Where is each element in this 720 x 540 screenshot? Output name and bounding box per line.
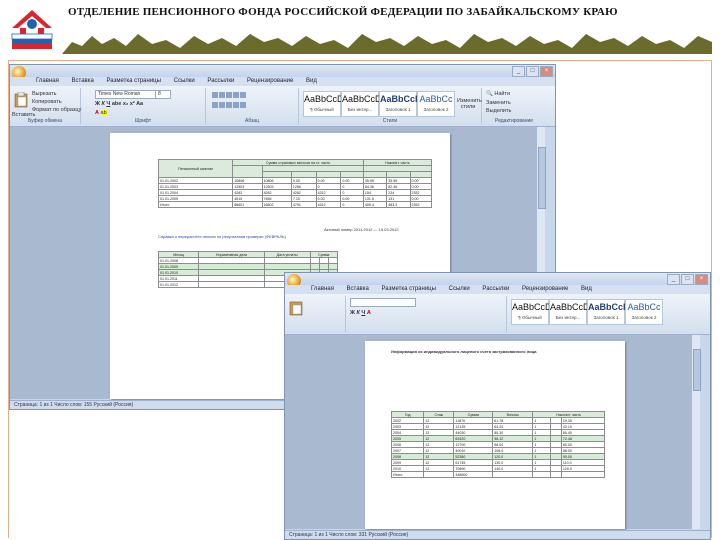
bold-button[interactable]: Ж К Ч abe x₂ x² Aa bbox=[95, 101, 143, 107]
tab-references[interactable]: Ссылки bbox=[174, 78, 195, 84]
replace-button[interactable]: Заменить bbox=[486, 100, 511, 106]
tab-home[interactable]: Главная bbox=[36, 78, 59, 84]
tab-home[interactable]: Главная bbox=[311, 286, 334, 292]
ribbon-tabs: Главная Вставка Разметка страницы Ссылки… bbox=[10, 77, 555, 86]
document-area[interactable]: Информация из индивидуального лицевого с… bbox=[285, 335, 701, 529]
tab-mailings[interactable]: Рассылки bbox=[482, 286, 509, 292]
scrollbar-thumb[interactable] bbox=[538, 147, 546, 209]
status-bar: Страница: 1 из 1 Число слов: 331 Русский… bbox=[285, 530, 710, 539]
frame-divider-right bbox=[711, 60, 712, 538]
title-bar: _ □ × bbox=[10, 65, 555, 77]
find-button[interactable]: 🔍 Найти bbox=[486, 91, 510, 97]
change-styles-button[interactable]: Изменить стили bbox=[457, 98, 482, 110]
close-button[interactable]: × bbox=[695, 274, 708, 285]
format-buttons[interactable]: Ж К Ч A bbox=[350, 310, 371, 316]
styles-group: AaBbCcDd ¶ Обычный AaBbCcDd Без интер... A… bbox=[507, 296, 697, 332]
table-caption: Актовый номер 2011-2012 — 19.03.2012 bbox=[324, 227, 399, 232]
tab-page-layout[interactable]: Разметка страницы bbox=[382, 286, 436, 292]
frame-divider bbox=[8, 60, 712, 61]
font-name-input[interactable] bbox=[350, 298, 416, 307]
select-button[interactable]: Выделить bbox=[486, 108, 511, 114]
title-bar: _ □ × bbox=[285, 273, 710, 285]
minimize-button[interactable]: _ bbox=[512, 66, 525, 77]
group-label: Шрифт bbox=[134, 118, 152, 124]
tab-review[interactable]: Рецензирование bbox=[522, 286, 568, 292]
document-link[interactable]: Справка о перерасчете пенсии по результа… bbox=[158, 234, 286, 239]
style-no-spacing[interactable]: AaBbCcDd Без интер... bbox=[341, 91, 387, 117]
font-name-input[interactable]: Times New Roman bbox=[95, 90, 157, 99]
style-no-spacing[interactable]: AaBbCcDd Без интер... bbox=[549, 299, 595, 325]
maximize-button[interactable]: □ bbox=[526, 66, 539, 77]
slide-title: ОТДЕЛЕНИЕ ПЕНСИОННОГО ФОНДА РОССИЙСКОЙ Ф… bbox=[68, 6, 618, 18]
tab-insert[interactable]: Вставка bbox=[347, 286, 369, 292]
copy-button[interactable]: Копировать bbox=[32, 99, 62, 105]
tab-references[interactable]: Ссылки bbox=[449, 286, 470, 292]
editing-group: 🔍 Найти Заменить Выделить Редактирование bbox=[482, 88, 546, 124]
style-heading-2[interactable]: AaBbCc Заголовок 2 bbox=[625, 299, 663, 325]
style-heading-1[interactable]: AaBbCcE Заголовок 1 bbox=[379, 91, 421, 117]
scrollbar-thumb[interactable] bbox=[693, 349, 701, 391]
ribbon-tabs: Главная Вставка Разметка страницы Ссылки… bbox=[285, 285, 710, 294]
ribbon: Ж К Ч A AaBbCcDd ¶ Обычный AaBbCcDd Без ин… bbox=[285, 294, 710, 335]
office-button[interactable] bbox=[12, 66, 26, 77]
close-button[interactable]: × bbox=[540, 66, 553, 77]
tab-insert[interactable]: Вставка bbox=[72, 78, 94, 84]
pension-fund-logo bbox=[6, 4, 58, 56]
ribbon: Вставить Вырезать Копировать Формат по о… bbox=[10, 86, 555, 127]
align-buttons[interactable] bbox=[212, 102, 247, 108]
office-button[interactable] bbox=[287, 274, 301, 285]
tab-review[interactable]: Рецензирование bbox=[247, 78, 293, 84]
tab-view[interactable]: Вид bbox=[581, 286, 592, 292]
style-normal[interactable]: AaBbCcDd ¶ Обычный bbox=[511, 299, 557, 325]
slide-header: ОТДЕЛЕНИЕ ПЕНСИОННОГО ФОНДА РОССИЙСКОЙ Ф… bbox=[0, 0, 720, 60]
vertical-scrollbar[interactable] bbox=[691, 335, 701, 529]
people-silhouettes-decoration bbox=[62, 34, 712, 54]
document-page[interactable]: Информация из индивидуального лицевого с… bbox=[365, 341, 625, 529]
maximize-button[interactable]: □ bbox=[681, 274, 694, 285]
style-normal[interactable]: AaBbCcDd ¶ Обычный bbox=[303, 91, 349, 117]
find-icon: 🔍 bbox=[486, 91, 493, 97]
clipboard-group bbox=[285, 296, 346, 332]
styles-group: AaBbCcDd ¶ Обычный AaBbCcDd Без интер... A… bbox=[299, 88, 482, 124]
tab-view[interactable]: Вид bbox=[306, 78, 317, 84]
group-label: Стили bbox=[382, 118, 398, 124]
font-size-input[interactable]: 8 bbox=[155, 90, 171, 99]
group-label: Абзац bbox=[244, 118, 260, 124]
group-label: Редактирование bbox=[494, 118, 534, 124]
word-window-2[interactable]: _ □ × Главная Вставка Разметка страницы Сс… bbox=[284, 272, 711, 540]
paste-icon[interactable] bbox=[289, 300, 303, 316]
font-group: Times New Roman 8 Ж К Ч abe x₂ x² Aa A a… bbox=[81, 88, 206, 124]
window-controls: _ □ × bbox=[666, 274, 708, 285]
cut-button[interactable]: Вырезать bbox=[32, 91, 56, 97]
minimize-button[interactable]: _ bbox=[667, 274, 680, 285]
font-color-button[interactable]: A ab bbox=[95, 110, 107, 116]
clipboard-group: Вставить Вырезать Копировать Формат по о… bbox=[10, 88, 81, 124]
format-painter-button[interactable]: Формат по образцу bbox=[32, 107, 81, 113]
paste-icon[interactable] bbox=[14, 92, 28, 108]
font-group: Ж К Ч A bbox=[346, 296, 507, 332]
document-title: Информация из индивидуального лицевого с… bbox=[391, 349, 537, 354]
account-table: Год Стаж Сумма Взносы Накопит. часть 2002 12 1… bbox=[390, 411, 606, 478]
list-buttons[interactable] bbox=[212, 92, 247, 98]
tab-mailings[interactable]: Рассылки bbox=[207, 78, 234, 84]
tab-page-layout[interactable]: Разметка страницы bbox=[107, 78, 161, 84]
summary-table: Пенсионный капитал Сумма страховых взносо… bbox=[157, 159, 433, 208]
style-heading-1[interactable]: AaBbCcE Заголовок 1 bbox=[587, 299, 629, 325]
paragraph-group: Абзац bbox=[206, 88, 299, 124]
group-label: Буфер обмена bbox=[28, 118, 62, 124]
style-heading-2[interactable]: AaBbCc Заголовок 2 bbox=[417, 91, 455, 117]
window-controls: _ □ × bbox=[511, 66, 553, 77]
